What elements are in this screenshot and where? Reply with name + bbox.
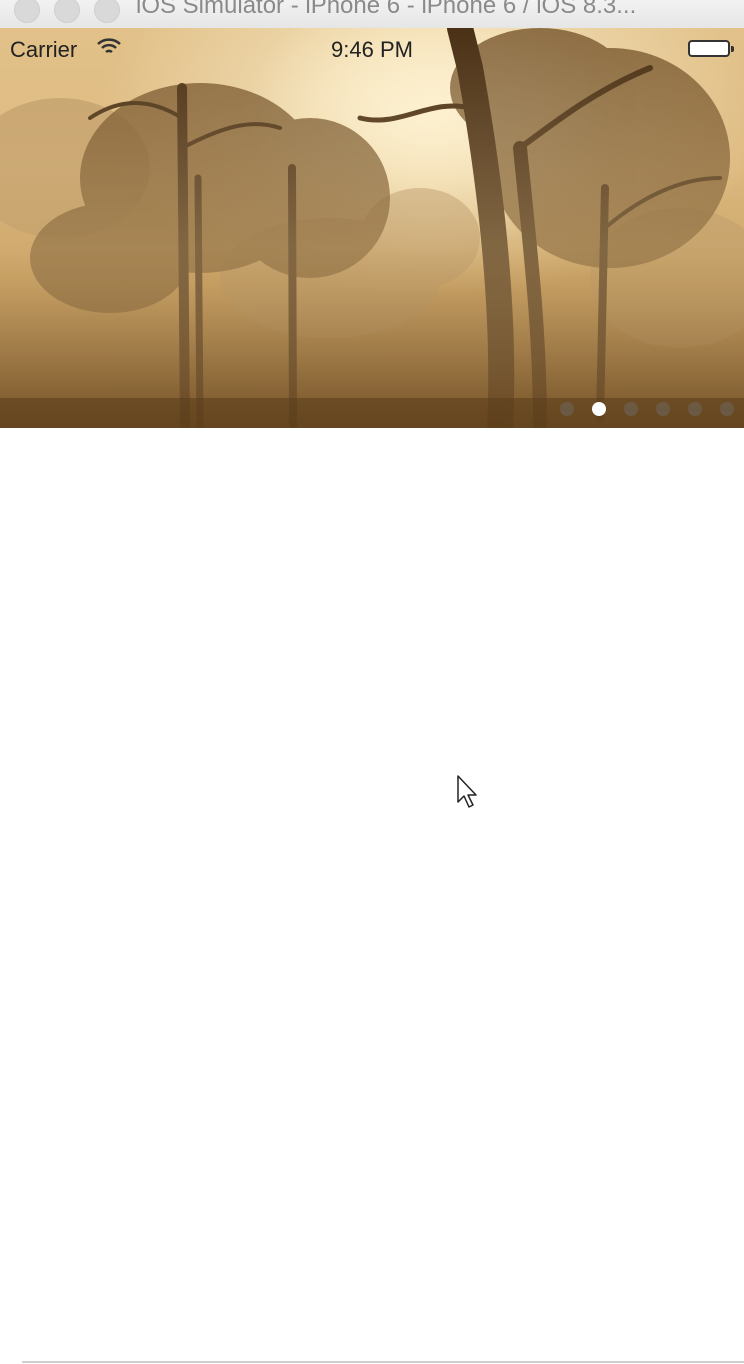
status-bar: Carrier 9:46 PM [0, 28, 744, 68]
page-control[interactable] [560, 402, 734, 418]
battery-icon [688, 40, 734, 57]
page-dot-6[interactable] [720, 402, 734, 416]
window-title: iOS Simulator - iPhone 6 - iPhone 6 / iO… [136, 0, 637, 19]
simulator-window: iOS Simulator - iPhone 6 - iPhone 6 / iO… [0, 0, 744, 1364]
minimize-window-button[interactable] [54, 0, 80, 23]
page-dot-5[interactable] [688, 402, 702, 416]
page-dot-1[interactable] [560, 402, 574, 416]
mouse-pointer-icon [456, 774, 482, 815]
banner-carousel[interactable] [0, 28, 744, 428]
zoom-window-button[interactable] [94, 0, 120, 23]
status-time: 9:46 PM [331, 37, 413, 62]
page-dot-3[interactable] [624, 402, 638, 416]
close-window-button[interactable] [14, 0, 40, 23]
title-bar: iOS Simulator - iPhone 6 - iPhone 6 / iO… [0, 0, 744, 29]
misty-forest-photo [0, 28, 744, 428]
bottom-divider [22, 1361, 744, 1363]
page-dot-2[interactable] [592, 402, 606, 416]
page-dot-4[interactable] [656, 402, 670, 416]
